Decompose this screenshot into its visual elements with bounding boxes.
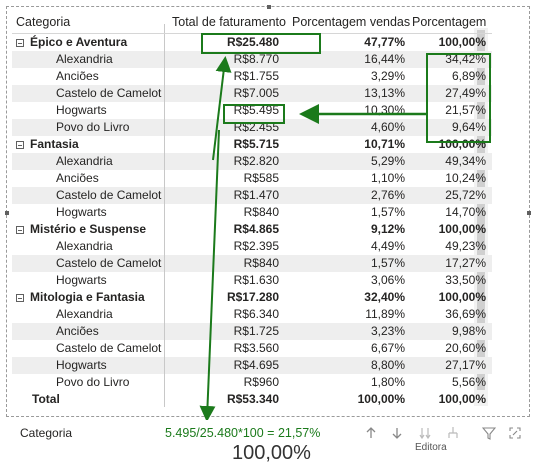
arrow-up-icon[interactable] — [364, 426, 378, 440]
annotation-formula: 5.495/25.480*100 = 21,57% — [165, 426, 321, 440]
arrow-down-icon[interactable] — [390, 426, 404, 440]
double-arrow-down-icon[interactable] — [418, 426, 432, 440]
footer-editora-label: Editora — [415, 442, 447, 453]
field-well-bar: Categoria 5.495/25.480*100 = 21,57% 100,… — [0, 420, 537, 464]
footer-categoria-label[interactable]: Categoria — [20, 426, 72, 440]
arrow-to-formula — [199, 129, 220, 422]
filter-icon[interactable] — [481, 426, 497, 440]
focus-mode-icon[interactable] — [508, 426, 522, 440]
annotation-arrows — [199, 56, 426, 422]
expand-hierarchy-icon[interactable] — [446, 426, 460, 440]
footer-big-value: 100,00% — [232, 442, 311, 464]
